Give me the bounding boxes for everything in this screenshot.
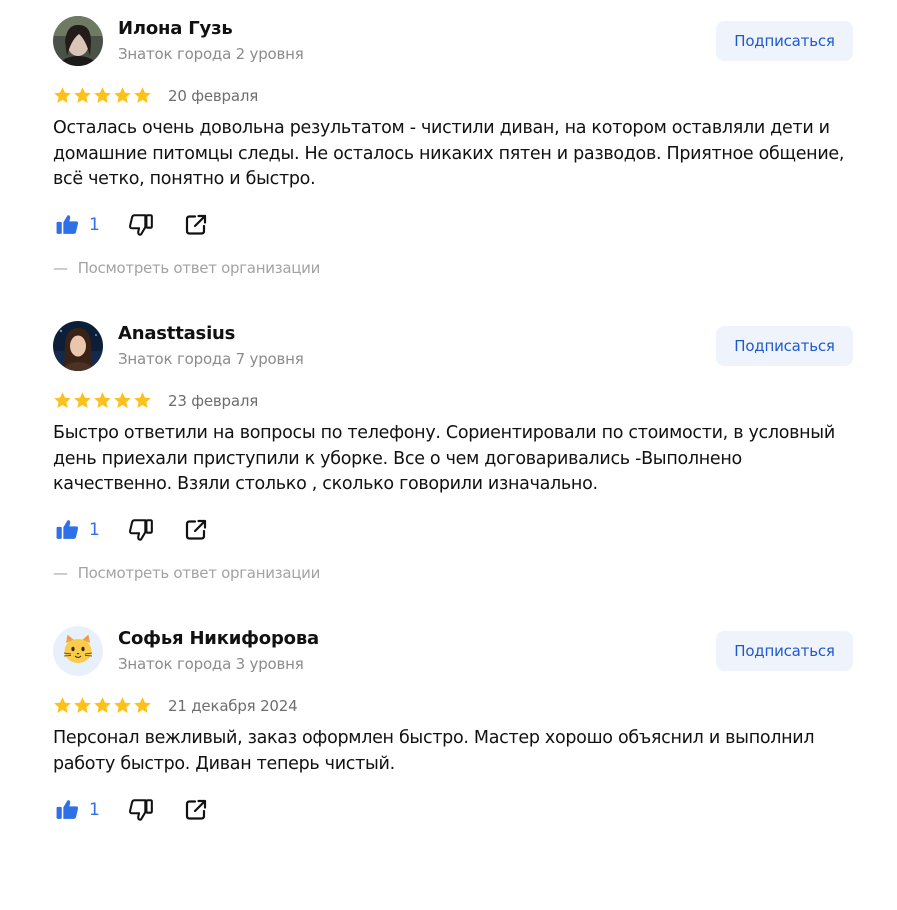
dislike-button[interactable] [128,517,154,547]
star-icon [134,392,151,408]
like-count: 1 [89,799,100,820]
review-date: 23 февраля [168,392,259,410]
reply-link-label: Посмотреть ответ организации [77,564,321,582]
dash-icon: — [53,564,68,582]
star-icon [134,697,151,713]
thumb-up-icon [56,520,79,539]
author-name[interactable]: Софья Никифорова [118,628,319,650]
view-org-reply-link[interactable]: — Посмотреть ответ организации [53,258,320,278]
star-icon [114,697,131,713]
share-button[interactable] [184,518,208,546]
share-button[interactable] [184,213,208,241]
author-level: Знаток города 2 уровня [118,45,304,63]
review-card: Илона Гузь Знаток города 2 уровня Подпис… [0,0,897,300]
avatar[interactable] [53,16,103,66]
share-icon [185,799,207,820]
review-card: Софья Никифорова Знаток города 3 уровня … [0,610,897,910]
thumb-down-icon [129,519,153,541]
like-button[interactable]: 1 [55,797,100,822]
star-icon [54,392,71,408]
rating-stars [53,86,152,106]
author-name[interactable]: Anasttasius [118,323,235,345]
review-text: Осталась очень довольна результатом - чи… [53,118,845,189]
thumb-down-icon [129,799,153,821]
share-button[interactable] [184,798,208,826]
thumb-down-icon [129,214,153,236]
star-icon [94,87,111,103]
star-icon [94,697,111,713]
review-text: Быстро ответили на вопросы по телефону. … [53,423,835,494]
thumb-up-icon [56,800,79,819]
author-level: Знаток города 7 уровня [118,350,304,368]
dislike-button[interactable] [128,797,154,827]
author-name[interactable]: Илона Гузь [118,18,233,40]
star-icon [74,87,91,103]
star-icon [74,392,91,408]
like-button[interactable]: 1 [55,212,100,237]
star-icon [54,697,71,713]
star-icon [94,392,111,408]
avatar[interactable] [53,626,103,676]
dislike-button[interactable] [128,212,154,242]
review-date: 20 февраля [168,87,259,105]
thumb-up-icon [56,215,79,234]
review-card: Anasttasius Знаток города 7 уровня Подпи… [0,305,897,605]
share-icon [185,519,207,540]
star-icon [54,87,71,103]
like-count: 1 [89,214,100,235]
rating-stars [53,391,152,411]
share-icon [185,214,207,235]
like-button[interactable]: 1 [55,517,100,542]
cat-face-icon [53,626,103,676]
author-level: Знаток города 3 уровня [118,655,304,673]
subscribe-button[interactable]: Подписаться [716,21,853,61]
view-org-reply-link[interactable]: — Посмотреть ответ организации [53,563,320,583]
review-date: 21 декабря 2024 [168,697,298,715]
rating-stars [53,696,152,716]
star-icon [114,392,131,408]
star-icon [134,87,151,103]
star-icon [74,697,91,713]
star-icon [114,87,131,103]
dash-icon: — [53,259,68,277]
like-count: 1 [89,519,100,540]
subscribe-button[interactable]: Подписаться [716,326,853,366]
review-text: Персонал вежливый, заказ оформлен быстро… [53,728,815,774]
avatar[interactable] [53,321,103,371]
subscribe-button[interactable]: Подписаться [716,631,853,671]
reply-link-label: Посмотреть ответ организации [77,259,321,277]
